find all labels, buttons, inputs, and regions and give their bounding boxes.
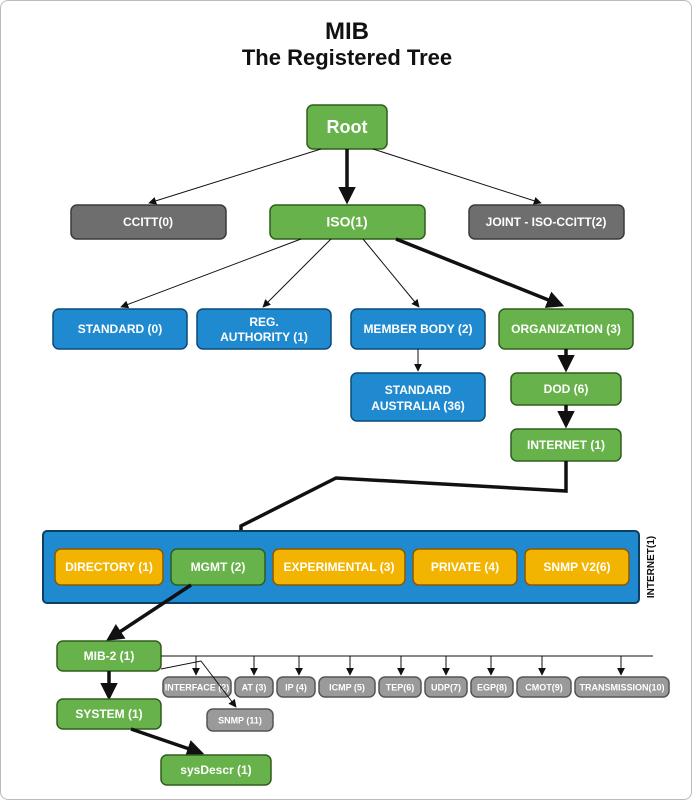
label-reg-auth-2: AUTHORITY (1) bbox=[220, 330, 308, 344]
node-ccitt: CCITT(0) bbox=[71, 205, 226, 239]
label-tep: TEP(6) bbox=[386, 682, 415, 692]
label-mgmt: MGMT (2) bbox=[191, 560, 246, 574]
node-experimental: EXPERIMENTAL (3) bbox=[273, 549, 405, 585]
node-cmot: CMOT(9) bbox=[517, 677, 571, 697]
node-snmp: SNMP (11) bbox=[207, 709, 273, 731]
label-ip: IP (4) bbox=[285, 682, 307, 692]
label-udp: UDP(7) bbox=[431, 682, 461, 692]
label-cmot: CMOT(9) bbox=[525, 682, 563, 692]
label-mib2: MIB-2 (1) bbox=[84, 649, 135, 663]
node-system: SYSTEM (1) bbox=[57, 699, 161, 729]
node-standard-australia: STANDARD AUSTRALIA (36) bbox=[351, 373, 485, 421]
label-system: SYSTEM (1) bbox=[75, 707, 142, 721]
node-at: AT (3) bbox=[235, 677, 273, 697]
title-line2: The Registered Tree bbox=[242, 45, 452, 70]
label-organization: ORGANIZATION (3) bbox=[511, 322, 621, 336]
node-private: PRIVATE (4) bbox=[413, 549, 517, 585]
node-reg-authority: REG. AUTHORITY (1) bbox=[197, 309, 331, 349]
label-dod: DOD (6) bbox=[544, 382, 589, 396]
node-ip: IP (4) bbox=[277, 677, 315, 697]
label-joint: JOINT - ISO-CCITT(2) bbox=[486, 215, 607, 229]
label-at: AT (3) bbox=[242, 682, 267, 692]
label-internet-panel: INTERNET(1) bbox=[646, 536, 657, 598]
node-mgmt: MGMT (2) bbox=[171, 549, 265, 585]
node-internet: INTERNET (1) bbox=[511, 429, 621, 461]
node-joint-iso-ccitt: JOINT - ISO-CCITT(2) bbox=[469, 205, 624, 239]
label-directory: DIRECTORY (1) bbox=[65, 560, 153, 574]
label-reg-auth-1: REG. bbox=[249, 315, 278, 329]
label-ccitt: CCITT(0) bbox=[123, 215, 173, 229]
node-directory: DIRECTORY (1) bbox=[55, 549, 163, 585]
label-snmp: SNMP (11) bbox=[218, 715, 262, 725]
label-egp: EGP(8) bbox=[477, 682, 507, 692]
label-interface: INTERFACE (2) bbox=[165, 682, 230, 692]
label-snmpv2: SNMP V2(6) bbox=[543, 560, 610, 574]
node-member-body: MEMBER BODY (2) bbox=[351, 309, 485, 349]
node-root-label: Root bbox=[327, 117, 368, 137]
node-snmpv2: SNMP V2(6) bbox=[525, 549, 629, 585]
label-private: PRIVATE (4) bbox=[431, 560, 499, 574]
diagram-svg: MIB The Registered Tree Root CCITT(0) IS… bbox=[1, 1, 692, 800]
title-line1: MIB bbox=[325, 18, 369, 45]
node-dod: DOD (6) bbox=[511, 373, 621, 405]
label-member-body: MEMBER BODY (2) bbox=[363, 322, 472, 336]
diagram-frame: MIB The Registered Tree Root CCITT(0) IS… bbox=[0, 0, 692, 800]
node-sysdescr: sysDescr (1) bbox=[161, 755, 271, 785]
label-transmission: TRANSMISSION(10) bbox=[579, 682, 664, 692]
node-transmission: TRANSMISSION(10) bbox=[575, 677, 669, 697]
label-internet: INTERNET (1) bbox=[527, 438, 605, 452]
node-iso: ISO(1) bbox=[270, 205, 425, 239]
label-std-au-2: AUSTRALIA (36) bbox=[371, 399, 465, 413]
node-standard: STANDARD (0) bbox=[53, 309, 187, 349]
node-icmp: ICMP (5) bbox=[319, 677, 375, 697]
node-root: Root bbox=[307, 105, 387, 149]
node-egp: EGP(8) bbox=[471, 677, 513, 697]
label-std-au-1: STANDARD bbox=[385, 383, 452, 397]
node-udp: UDP(7) bbox=[425, 677, 467, 697]
label-standard: STANDARD (0) bbox=[78, 322, 162, 336]
label-icmp: ICMP (5) bbox=[329, 682, 365, 692]
label-iso: ISO(1) bbox=[326, 214, 367, 230]
label-experimental: EXPERIMENTAL (3) bbox=[284, 560, 395, 574]
node-organization: ORGANIZATION (3) bbox=[499, 309, 633, 349]
node-mib2: MIB-2 (1) bbox=[57, 641, 161, 671]
label-sysdescr: sysDescr (1) bbox=[180, 763, 251, 777]
node-tep: TEP(6) bbox=[379, 677, 421, 697]
